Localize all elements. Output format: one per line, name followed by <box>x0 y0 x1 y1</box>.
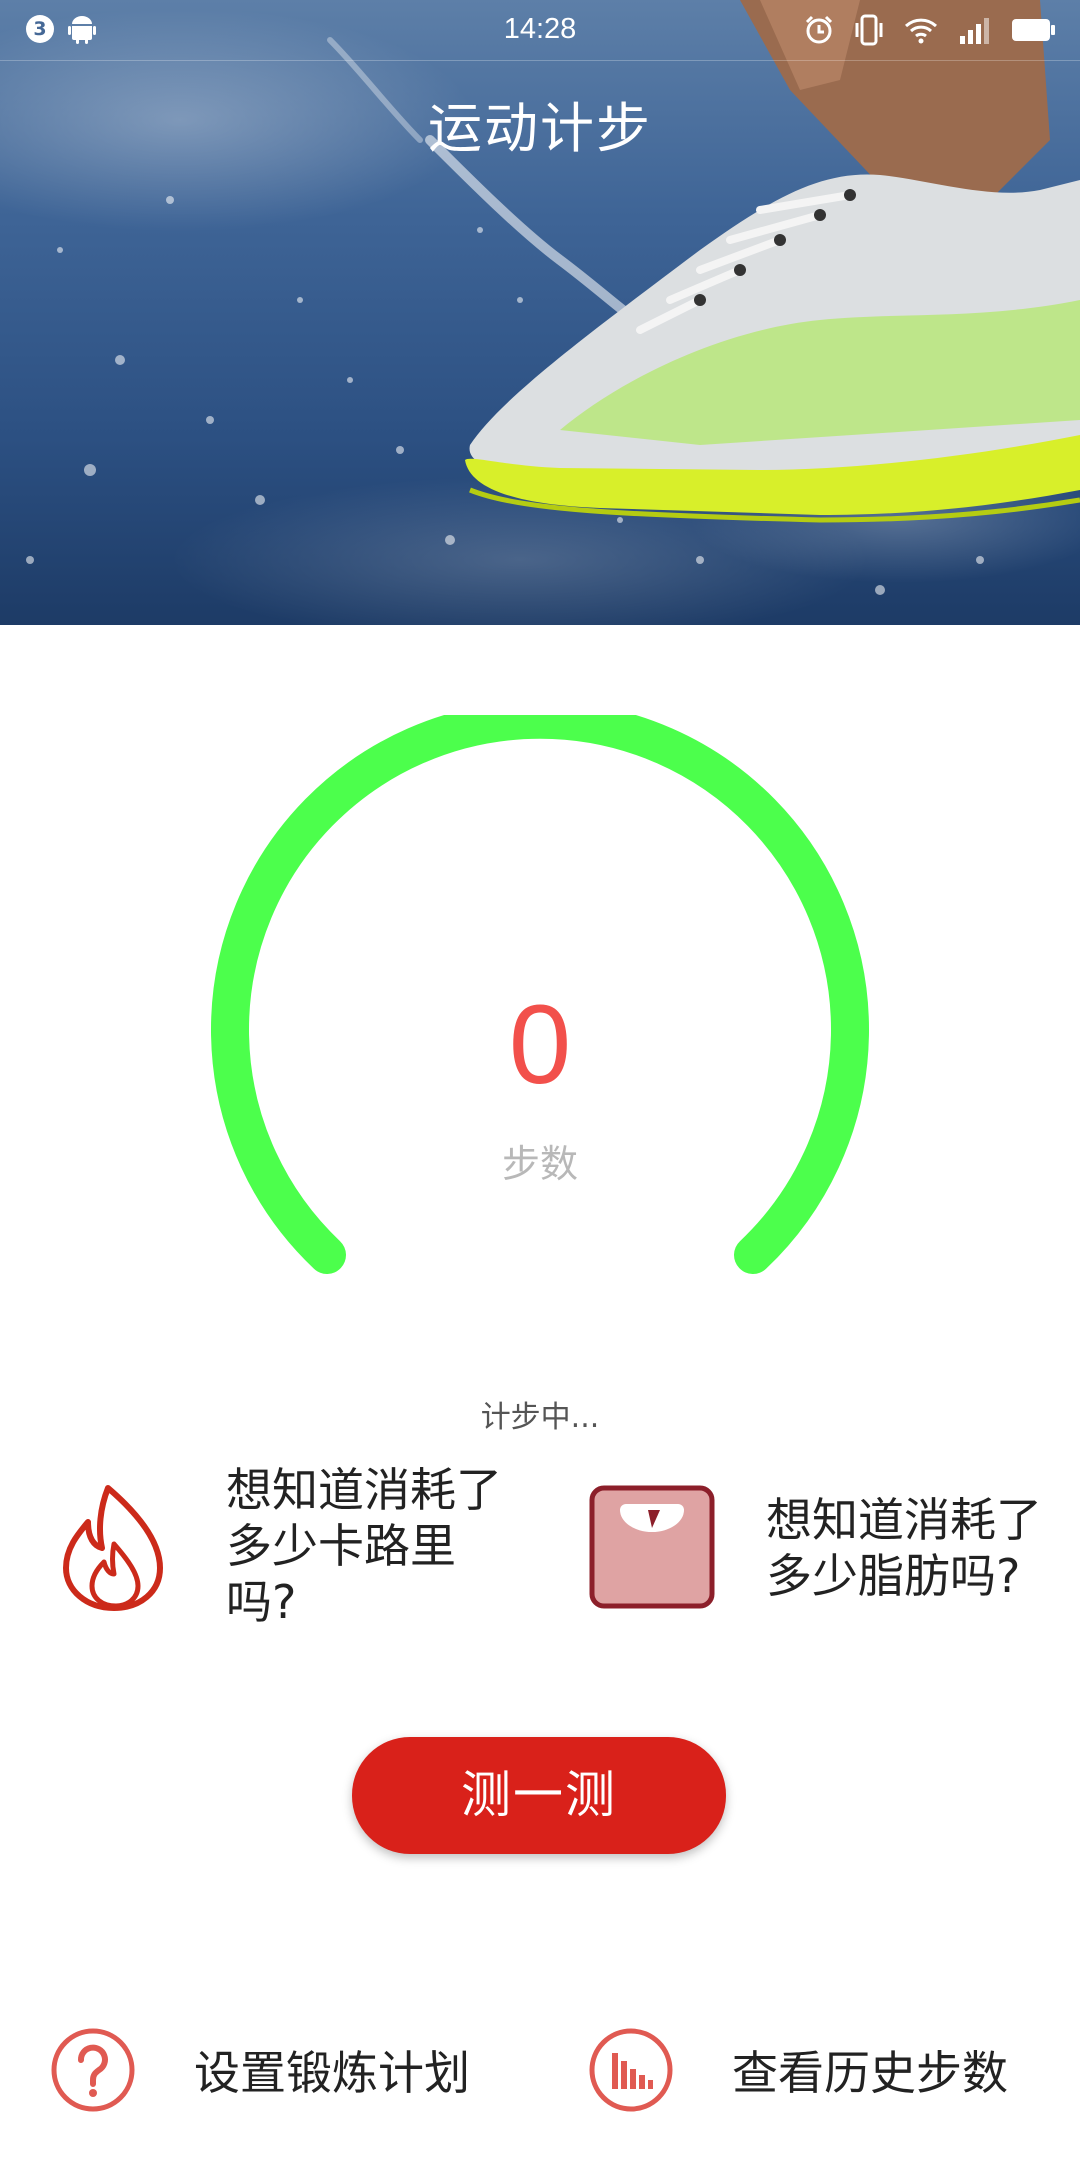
set-exercise-plan-label: 设置锻炼计划 <box>194 2046 470 2100</box>
calories-prompt-line1: 想知道消耗了 <box>226 1463 502 1517</box>
battery-icon <box>1012 19 1055 41</box>
view-step-history-label: 查看历史步数 <box>732 2046 1008 2100</box>
counting-status: 计步中... <box>480 1400 600 1435</box>
alarm-icon <box>805 15 833 44</box>
set-exercise-plan-button[interactable]: 设置锻炼计划 <box>50 2020 470 2120</box>
page-title: 运动计步 <box>428 97 652 160</box>
step-count: 0 <box>508 982 572 1107</box>
fat-prompt-line1: 想知道消耗了 <box>766 1493 1042 1547</box>
calories-prompt-line2: 多少卡路里 <box>226 1519 456 1573</box>
hero-banner: 3 14:28 运动计步 <box>0 0 1080 625</box>
flame-icon[interactable] <box>58 1482 168 1612</box>
scale-icon[interactable] <box>588 1484 716 1610</box>
question-icon <box>51 2028 135 2112</box>
wifi-icon <box>904 18 938 44</box>
fat-prompt-line2: 多少脂肪吗? <box>766 1549 1021 1603</box>
calories-prompt-line3: 吗? <box>226 1575 297 1629</box>
vibrate-icon <box>855 14 883 46</box>
measure-button[interactable]: 测一测 <box>352 1737 726 1854</box>
bar-chart-icon <box>589 2028 673 2112</box>
signal-icon <box>960 18 989 44</box>
status-bar: 3 14:28 <box>0 0 1080 61</box>
view-step-history-button[interactable]: 查看历史步数 <box>588 2020 1008 2120</box>
step-count-label: 步数 <box>501 1142 578 1186</box>
calories-prompt[interactable]: 想知道消耗了 多少卡路里 吗? <box>226 1462 536 1630</box>
fat-prompt[interactable]: 想知道消耗了 多少脂肪吗? <box>766 1492 1076 1604</box>
